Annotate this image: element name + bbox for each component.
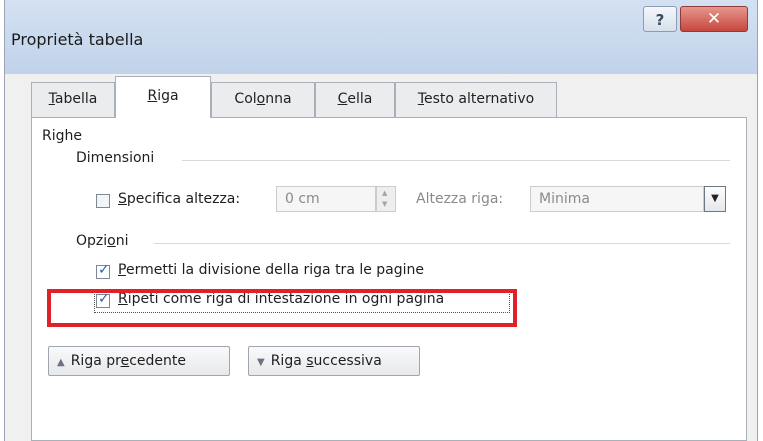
next-row-button[interactable]: ▼ Riga successiva	[248, 346, 420, 376]
triangle-up-icon: ▲	[57, 357, 65, 368]
previous-row-button[interactable]: ▲ Riga precedente	[48, 346, 230, 376]
height-spinner[interactable]: ▲ ▼	[376, 186, 396, 212]
dialog-content: Tabella Riga Colonna Cella Testo alterna…	[5, 74, 757, 441]
section-title-righe: Righe	[42, 128, 82, 144]
checkmark-icon: ✓	[98, 262, 110, 278]
divider	[154, 243, 730, 244]
tab-label-accel: o	[256, 91, 266, 107]
specify-height-label[interactable]: Specifica altezza:	[118, 191, 240, 207]
spin-up-icon[interactable]: ▲	[382, 189, 387, 197]
tab-label: esto alternativo	[424, 91, 535, 107]
button-text: cedente	[129, 353, 186, 369]
tab-label-accel: R	[147, 88, 158, 104]
close-button[interactable]: ✕	[680, 6, 748, 32]
height-value-input[interactable]: 0 cm	[276, 186, 376, 212]
tab-label: nna	[265, 91, 292, 107]
spin-down-icon[interactable]: ▼	[382, 200, 387, 208]
tab-label: iga	[157, 88, 179, 104]
tab-panel-riga: Righe Dimensioni Specifica altezza: 0 cm…	[31, 117, 747, 441]
row-height-select[interactable]: Minima	[530, 186, 704, 212]
label-accel: S	[118, 191, 127, 207]
allow-row-break-checkbox[interactable]: ✓	[96, 262, 110, 279]
tab-colonna[interactable]: Colonna	[211, 82, 315, 117]
help-button[interactable]: ?	[643, 6, 677, 32]
row-height-select-value: Minima	[539, 191, 590, 207]
chevron-down-icon[interactable]: ▼	[704, 186, 726, 212]
button-accel: s	[306, 353, 314, 369]
label-accel: o	[107, 233, 116, 249]
button-text: Riga	[270, 353, 307, 369]
divider	[182, 160, 730, 161]
tab-cella[interactable]: Cella	[315, 82, 395, 117]
window-title: Proprietà tabella	[11, 30, 144, 49]
table-properties-dialog: Proprietà tabella ? ✕ Tabella Riga Colon…	[4, 0, 758, 441]
label-accel: P	[118, 262, 126, 278]
label-text: pecifica altezza:	[126, 191, 241, 207]
tab-label: ella	[347, 91, 373, 107]
tab-label: Col	[234, 91, 257, 107]
button-text: uccessiva	[313, 353, 382, 369]
group-heading-opzioni: Opzioni	[76, 233, 129, 249]
tab-tabella[interactable]: Tabella	[31, 82, 115, 117]
tab-strip: Tabella Riga Colonna Cella Testo alterna…	[5, 74, 757, 118]
button-text: Riga pr	[70, 353, 121, 369]
triangle-down-icon: ▼	[257, 357, 265, 368]
specify-height-checkbox[interactable]	[96, 194, 110, 208]
tab-label-accel: C	[337, 91, 348, 107]
label-text: ni	[115, 233, 129, 249]
close-icon: ✕	[706, 9, 722, 29]
height-value-text: 0 cm	[285, 191, 320, 207]
tab-riga[interactable]: Riga	[115, 76, 211, 118]
row-height-label: Altezza riga:	[416, 191, 504, 207]
red-highlight-box	[47, 289, 517, 327]
title-bar[interactable]: Proprietà tabella ? ✕	[5, 0, 757, 74]
group-heading-dimensioni: Dimensioni	[76, 150, 155, 166]
tab-testo-alternativo[interactable]: Testo alternativo	[395, 82, 557, 117]
help-icon: ?	[655, 11, 665, 29]
label-text: Opzi	[76, 233, 108, 249]
label-text: ermetti la divisione della riga tra le p…	[125, 262, 425, 278]
allow-row-break-label[interactable]: Permetti la divisione della riga tra le …	[118, 262, 424, 278]
button-accel: e	[120, 353, 130, 369]
tab-label: abella	[54, 91, 98, 107]
